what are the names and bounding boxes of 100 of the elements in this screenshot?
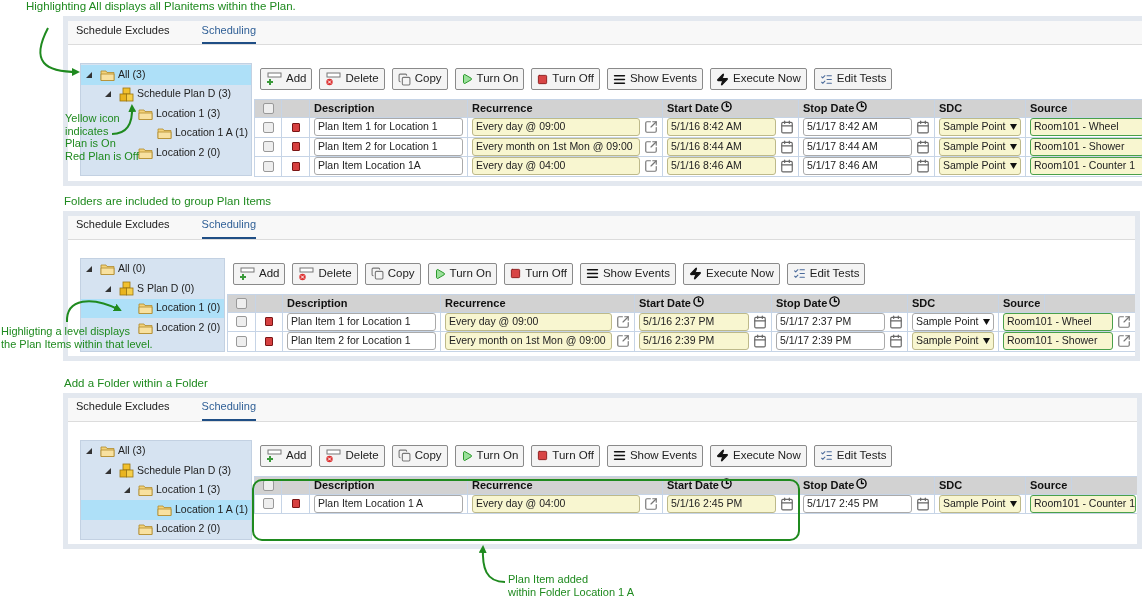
tree-item[interactable]: All (3) [100,443,146,460]
toolbar-button[interactable]: Turn Off [531,444,600,467]
tree-item[interactable]: Schedule Plan D (3) [119,462,231,479]
toolbar-button[interactable]: Delete [292,262,358,285]
folder-icon [138,146,153,159]
sdc-dropdown[interactable]: Sample Point [939,118,1021,137]
tree-item[interactable]: Location 1 (3) [138,482,221,499]
toolbar-button[interactable]: Add [233,262,286,285]
open-link-icon[interactable] [616,334,630,349]
expanded-icon[interactable] [105,467,111,474]
expanded-icon[interactable] [86,266,92,273]
calendar-icon[interactable] [780,139,794,154]
toolbar-button[interactable]: Execute Now [710,68,807,90]
description-field[interactable]: Plan Item 2 for Location 1 [287,332,436,351]
tree-item[interactable]: Location 2 (0) [138,319,221,336]
row-checkbox[interactable] [236,335,247,347]
toolbar-button[interactable]: Turn On [454,68,525,90]
calendar-icon[interactable] [889,314,903,329]
select-all-checkbox[interactable] [236,297,247,309]
select-all-checkbox[interactable] [262,479,274,491]
calendar-icon[interactable] [780,159,794,174]
expanded-icon[interactable] [105,91,111,98]
start-date-field[interactable]: 5/1/16 8:46 AM [667,157,776,176]
open-link-icon[interactable] [644,139,658,154]
toolbar-button[interactable]: Show Events [606,68,703,90]
toolbar-button[interactable]: Turn Off [504,262,573,285]
tree-item[interactable]: Location 2 (0) [138,521,221,538]
tree-item[interactable]: Location 1 (0) [138,300,221,317]
row-checkbox[interactable] [262,498,274,510]
tree-item[interactable]: All (3) [100,66,146,83]
tree-item[interactable]: S Plan D (0) [119,280,195,297]
tree-item[interactable]: Location 1 (3) [138,105,221,122]
expanded-icon[interactable] [86,448,92,455]
toolbar-button[interactable]: Add [260,68,313,90]
toolbar-button[interactable]: Copy [391,444,448,467]
calendar-icon[interactable] [780,496,794,511]
toolbar-button[interactable]: Edit Tests [786,262,866,285]
toolbar-button[interactable]: Copy [364,262,421,285]
source-field[interactable]: Room101 - Wheel [1030,118,1142,137]
tree-item[interactable]: Location 1 A (1) [157,501,248,518]
calendar-icon[interactable] [889,334,903,349]
tree-item[interactable]: Location 1 A (1) [157,125,248,142]
toolbar-button[interactable]: Execute Now [683,262,780,285]
tree-item[interactable]: All (0) [100,261,146,278]
expanded-icon[interactable] [86,71,92,78]
calendar-icon[interactable] [916,120,930,135]
toolbar-button[interactable]: Show Events [579,262,676,285]
tab[interactable]: Schedule Excludes [76,21,170,44]
description-field[interactable]: Plan Item Location 1A [314,157,463,176]
calendar-icon[interactable] [780,120,794,135]
select-all-checkbox[interactable] [262,103,274,114]
stop-date-field[interactable]: 5/1/17 8:42 AM [803,118,912,137]
tab[interactable]: Scheduling [201,21,256,44]
sdc-dropdown[interactable]: Sample Point [939,157,1021,176]
open-link-icon[interactable] [616,314,630,329]
open-link-icon[interactable] [644,496,658,511]
start-date-field[interactable]: 5/1/16 8:42 AM [667,118,776,137]
toolbar-button[interactable]: Edit Tests [813,444,893,467]
toolbar-button[interactable]: Turn On [454,444,525,467]
clock-icon [720,477,732,489]
calendar-icon[interactable] [753,314,767,329]
tab[interactable]: Schedule Excludes [76,216,170,239]
toolbar-button[interactable]: Copy [391,68,448,90]
expanded-icon[interactable] [124,487,130,494]
row-checkbox[interactable] [262,160,274,172]
expanded-icon[interactable] [105,285,111,292]
description-field[interactable]: Plan Item 1 for Location 1 [314,118,463,137]
open-link-icon[interactable] [644,159,658,174]
toolbar-button[interactable]: Turn Off [531,68,600,90]
row-checkbox[interactable] [262,121,274,133]
open-link-icon[interactable] [644,120,658,135]
toolbar-button[interactable]: Show Events [606,444,703,467]
recurrence-field[interactable]: Every day @ 04:00 [472,157,640,176]
toolbar-button[interactable]: Delete [319,68,385,90]
calendar-icon[interactable] [916,496,930,511]
tree-item[interactable]: Schedule Plan D (3) [119,86,231,103]
tree-item[interactable]: Location 2 (0) [138,144,221,161]
tab[interactable]: Schedule Excludes [76,398,170,421]
recurrence-field[interactable]: Every month on 1st Mon @ 09:00 [445,332,612,351]
toolbar-button[interactable]: Add [260,444,313,467]
calendar-icon[interactable] [753,334,767,349]
start-date-field[interactable]: 5/1/16 2:39 PM [639,332,749,351]
sdc-dropdown[interactable]: Sample Point [912,332,994,351]
source-field[interactable]: Room101 - Counter 1 [1030,157,1142,176]
open-link-icon[interactable] [1117,314,1131,329]
recurrence-field[interactable]: Every day @ 09:00 [472,118,640,137]
calendar-icon[interactable] [916,139,930,154]
toolbar-button[interactable]: Turn On [427,262,498,285]
calendar-icon[interactable] [916,159,930,174]
stop-date-field[interactable]: 5/1/17 8:46 AM [803,157,912,176]
tab[interactable]: Scheduling [201,398,256,421]
source-field[interactable]: Room101 - Shower [1003,332,1113,351]
toolbar-button[interactable]: Execute Now [710,444,807,467]
row-checkbox[interactable] [262,141,274,153]
toolbar-button[interactable]: Edit Tests [813,68,893,90]
stop-date-field[interactable]: 5/1/17 2:39 PM [776,332,885,351]
tab[interactable]: Scheduling [201,216,256,239]
row-checkbox[interactable] [236,316,247,328]
open-link-icon[interactable] [1117,334,1131,349]
toolbar-button[interactable]: Delete [319,444,385,467]
